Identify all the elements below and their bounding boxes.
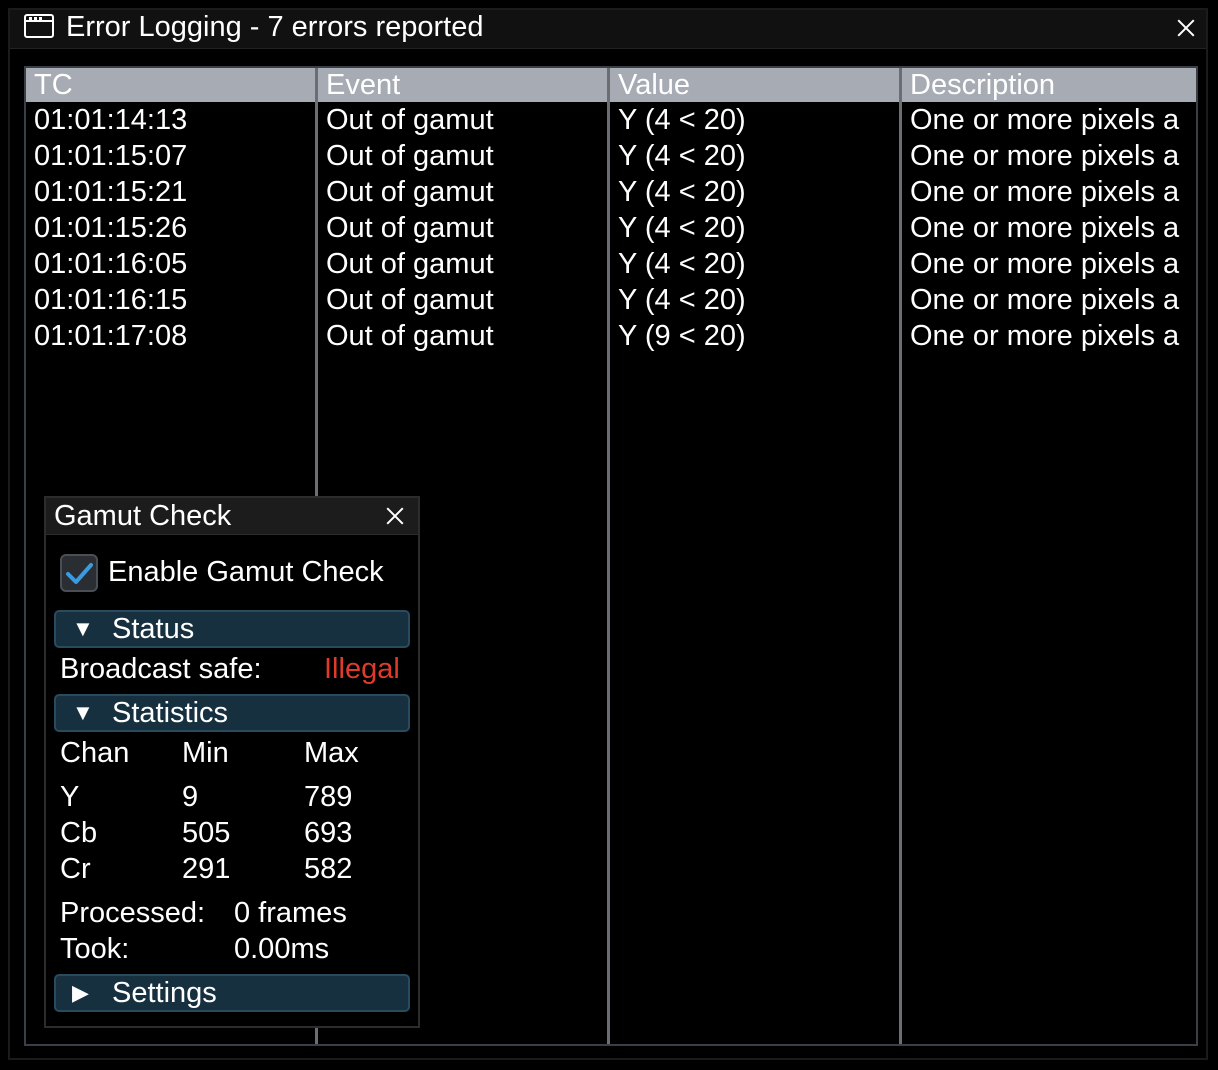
gamut-check-panel: Gamut Check Enable Gamut Check ▼ Status … bbox=[44, 496, 420, 1028]
table-cell-description[interactable]: One or more pixels a bbox=[910, 282, 1179, 318]
window-title: Error Logging - 7 errors reported bbox=[66, 11, 484, 43]
processed-label: Processed: bbox=[60, 897, 206, 929]
enable-gamut-label[interactable]: Enable Gamut Check bbox=[108, 554, 384, 590]
table-cell-tc[interactable]: 01:01:16:15 bbox=[34, 282, 187, 318]
table-cell-event[interactable]: Out of gamut bbox=[326, 102, 494, 138]
table-cell-description[interactable]: One or more pixels a bbox=[910, 102, 1179, 138]
column-header-value[interactable]: Value bbox=[618, 68, 690, 102]
processed-value: 0 frames bbox=[234, 897, 347, 929]
stats-min: 505 bbox=[182, 817, 231, 849]
table-cell-event[interactable]: Out of gamut bbox=[326, 138, 494, 174]
stats-max: 789 bbox=[304, 781, 353, 813]
settings-section-header[interactable]: ▶ Settings bbox=[54, 974, 410, 1012]
statistics-header-label: Statistics bbox=[112, 697, 229, 729]
table-cell-value[interactable]: Y (4 < 20) bbox=[618, 210, 746, 246]
table-cell-value[interactable]: Y (4 < 20) bbox=[618, 174, 746, 210]
table-cell-tc[interactable]: 01:01:15:21 bbox=[34, 174, 187, 210]
column-value: Value Y (4 < 20) Y (4 < 20) Y (4 < 20) Y (4… bbox=[610, 68, 902, 1044]
status-section-header[interactable]: ▼ Status bbox=[54, 610, 410, 648]
table-cell-value[interactable]: Y (9 < 20) bbox=[618, 318, 746, 354]
table-cell-description[interactable]: One or more pixels a bbox=[910, 246, 1179, 282]
table-cell-value[interactable]: Y (4 < 20) bbox=[618, 282, 746, 318]
statistics-section-header[interactable]: ▼ Statistics bbox=[54, 694, 410, 732]
checkmark-icon bbox=[66, 563, 93, 584]
table-cell-tc[interactable]: 01:01:15:07 bbox=[34, 138, 187, 174]
table-cell-value[interactable]: Y (4 < 20) bbox=[618, 138, 746, 174]
table-cell-tc[interactable]: 01:01:17:08 bbox=[34, 318, 187, 354]
table-cell-description[interactable]: One or more pixels a bbox=[910, 210, 1179, 246]
table-cell-description[interactable]: One or more pixels a bbox=[910, 174, 1179, 210]
stats-header-max: Max bbox=[304, 737, 359, 769]
stats-min: 9 bbox=[182, 781, 199, 813]
stats-max: 582 bbox=[304, 853, 353, 885]
table-cell-tc[interactable]: 01:01:16:05 bbox=[34, 246, 187, 282]
table-cell-event[interactable]: Out of gamut bbox=[326, 318, 494, 354]
column-header-event[interactable]: Event bbox=[326, 68, 400, 102]
column-header-description[interactable]: Description bbox=[910, 68, 1055, 102]
column-header-tc[interactable]: TC bbox=[34, 68, 73, 102]
status-header-label: Status bbox=[112, 613, 195, 645]
stats-header-min: Min bbox=[182, 737, 229, 769]
table-cell-description[interactable]: One or more pixels a bbox=[910, 138, 1179, 174]
triangle-right-icon: ▶ bbox=[72, 980, 89, 1005]
column-description: Description One or more pixels a One or m… bbox=[902, 68, 1196, 1044]
table-cell-event[interactable]: Out of gamut bbox=[326, 246, 494, 282]
table-cell-description[interactable]: One or more pixels a bbox=[910, 318, 1179, 354]
table-cell-tc[interactable]: 01:01:15:26 bbox=[34, 210, 187, 246]
settings-header-label: Settings bbox=[112, 977, 217, 1009]
took-label: Took: bbox=[60, 933, 130, 965]
stats-chan: Cb bbox=[60, 817, 98, 849]
error-logging-window: Error Logging - 7 errors reported TC 01:… bbox=[8, 8, 1208, 1060]
stats-min: 291 bbox=[182, 853, 231, 885]
triangle-down-icon: ▼ bbox=[72, 616, 94, 641]
table-cell-event[interactable]: Out of gamut bbox=[326, 210, 494, 246]
table-cell-tc[interactable]: 01:01:14:13 bbox=[34, 102, 187, 138]
panel-title: Gamut Check bbox=[54, 500, 232, 532]
took-value: 0.00ms bbox=[234, 933, 330, 965]
window-icon bbox=[24, 14, 54, 38]
table-cell-value[interactable]: Y (4 < 20) bbox=[618, 246, 746, 282]
table-cell-event[interactable]: Out of gamut bbox=[326, 174, 494, 210]
triangle-down-icon: ▼ bbox=[72, 700, 94, 725]
stats-chan: Cr bbox=[60, 853, 91, 885]
table-cell-value[interactable]: Y (4 < 20) bbox=[618, 102, 746, 138]
close-icon[interactable] bbox=[1173, 15, 1199, 41]
table-cell-event[interactable]: Out of gamut bbox=[326, 282, 494, 318]
broadcast-safe-label: Broadcast safe: bbox=[60, 653, 262, 685]
stats-header-chan: Chan bbox=[60, 737, 130, 769]
stats-max: 693 bbox=[304, 817, 353, 849]
close-icon[interactable] bbox=[382, 503, 408, 529]
enable-gamut-checkbox[interactable] bbox=[60, 554, 98, 592]
stats-chan: Y bbox=[60, 781, 80, 813]
panel-titlebar[interactable]: Gamut Check bbox=[46, 498, 418, 535]
window-titlebar[interactable]: Error Logging - 7 errors reported bbox=[10, 10, 1206, 49]
broadcast-safe-value: Illegal bbox=[324, 653, 400, 685]
